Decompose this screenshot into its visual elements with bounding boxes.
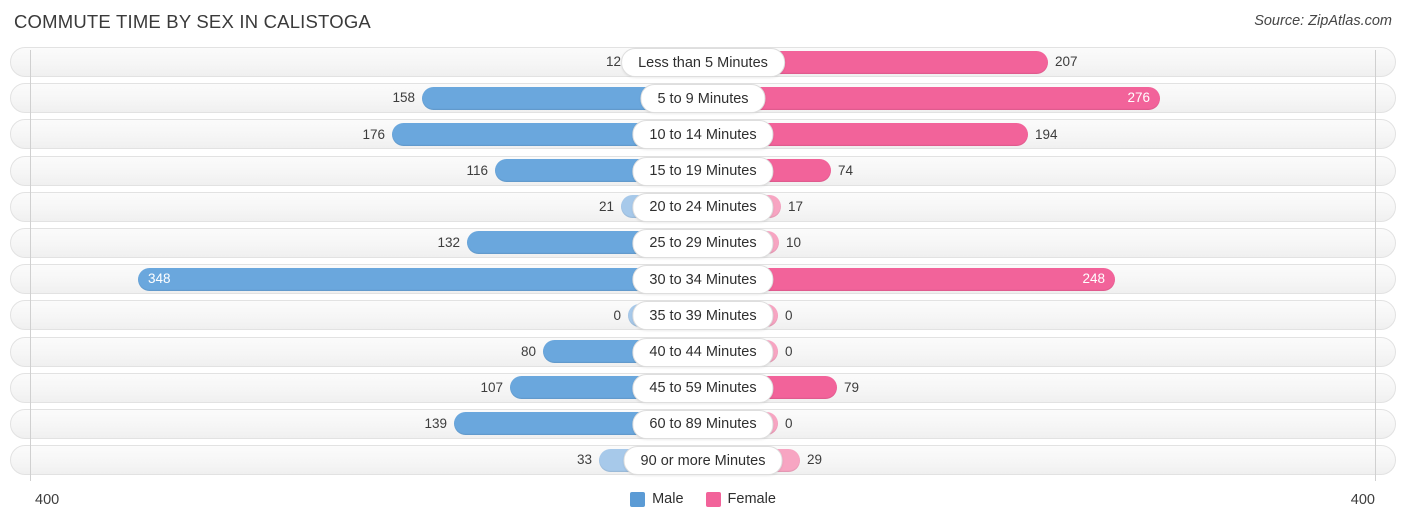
male-half: 132 (10, 228, 703, 258)
female-value-label: 207 (1055, 54, 1078, 70)
male-half: 158 (10, 83, 703, 113)
chart-row: 107 79 45 to 59 Minutes (0, 370, 1406, 406)
female-half: 10 (703, 228, 1396, 258)
male-half: 116 (10, 156, 703, 186)
male-bar[interactable]: 348 (138, 267, 703, 291)
category-label: Less than 5 Minutes (621, 48, 785, 77)
male-value-label: 116 (466, 162, 488, 178)
male-half: 0 (10, 300, 703, 330)
category-label: 5 to 9 Minutes (640, 84, 766, 114)
axis-line-left (30, 50, 31, 481)
chart-row: 12 207 Less than 5 Minutes (0, 44, 1406, 80)
female-half: 194 (703, 119, 1396, 149)
female-half: 29 (703, 445, 1396, 475)
chart-row: 158 276 5 to 9 Minutes (0, 80, 1406, 116)
plot-area: 12 207 Less than 5 Minutes 158 276 5 to 9 Min… (0, 44, 1406, 483)
source-attribution: Source: ZipAtlas.com (1254, 13, 1392, 29)
chart-row: 139 0 60 to 89 Minutes (0, 406, 1406, 442)
male-half: 33 (10, 445, 703, 475)
chart-container: COMMUTE TIME BY SEX IN CALISTOGA Source:… (0, 0, 1406, 523)
legend-label-female: Female (727, 491, 776, 507)
female-value-label: 29 (807, 452, 823, 468)
male-half: 12 (10, 47, 703, 77)
category-label: 40 to 44 Minutes (632, 337, 774, 367)
female-half: 79 (703, 373, 1396, 403)
category-label: 35 to 39 Minutes (632, 301, 774, 331)
chart-row: 116 74 15 to 19 Minutes (0, 153, 1406, 189)
female-half: 17 (703, 192, 1396, 222)
female-value-label: 0 (785, 416, 793, 432)
male-value-label: 33 (576, 452, 592, 468)
female-value-label: 276 (1127, 90, 1150, 106)
male-value-label: 0 (613, 307, 621, 323)
female-half: 74 (703, 156, 1396, 186)
male-half: 80 (10, 337, 703, 367)
chart-row: 132 10 25 to 29 Minutes (0, 225, 1406, 261)
female-bar[interactable]: 276 (703, 86, 1160, 110)
female-half: 0 (703, 409, 1396, 439)
female-half: 207 (703, 47, 1396, 77)
female-half: 0 (703, 337, 1396, 367)
chart-row: 348 248 30 to 34 Minutes (0, 261, 1406, 297)
category-label: 30 to 34 Minutes (632, 265, 774, 295)
chart-row: 80 0 40 to 44 Minutes (0, 334, 1406, 370)
female-half: 248 (703, 264, 1396, 294)
male-value-label: 80 (520, 343, 536, 359)
chart-row: 176 194 10 to 14 Minutes (0, 116, 1406, 152)
category-label: 25 to 29 Minutes (632, 228, 774, 258)
male-value-label: 21 (598, 199, 614, 214)
chart-row: 33 29 90 or more Minutes (0, 442, 1406, 478)
legend: Male Female (0, 491, 1406, 507)
male-value-label: 158 (392, 90, 415, 106)
female-value-label: 0 (785, 307, 793, 323)
female-half: 276 (703, 83, 1396, 113)
chart-footer: 400 400 Male Female (0, 483, 1406, 523)
female-value-label: 248 (1082, 271, 1105, 287)
category-label: 15 to 19 Minutes (632, 156, 774, 186)
chart-header: COMMUTE TIME BY SEX IN CALISTOGA Source:… (0, 0, 1406, 44)
female-value-label: 79 (844, 379, 860, 395)
male-half: 107 (10, 373, 703, 403)
female-value-label: 17 (788, 199, 804, 214)
category-label: 60 to 89 Minutes (632, 409, 774, 439)
female-half: 0 (703, 300, 1396, 330)
bar-rows: 12 207 Less than 5 Minutes 158 276 5 to 9 Min… (0, 44, 1406, 478)
category-label: 10 to 14 Minutes (632, 120, 774, 150)
female-value-label: 10 (786, 235, 802, 251)
male-value-label: 176 (362, 126, 385, 142)
male-value-label: 348 (148, 271, 171, 287)
female-value-label: 74 (838, 162, 854, 178)
category-label: 90 or more Minutes (623, 446, 783, 476)
legend-label-male: Male (652, 491, 684, 507)
category-label: 20 to 24 Minutes (632, 192, 774, 222)
chart-row: 0 0 35 to 39 Minutes (0, 297, 1406, 333)
legend-item-female[interactable]: Female (705, 491, 776, 507)
category-label: 45 to 59 Minutes (632, 373, 774, 403)
chart-row: 21 17 20 to 24 Minutes (0, 189, 1406, 225)
legend-item-male[interactable]: Male (630, 491, 684, 507)
male-half: 176 (10, 119, 703, 149)
male-half: 21 (10, 192, 703, 222)
male-value-label: 12 (605, 54, 621, 70)
axis-line-right (1375, 50, 1376, 481)
page-title: COMMUTE TIME BY SEX IN CALISTOGA (14, 11, 371, 32)
female-value-label: 194 (1035, 126, 1058, 142)
male-half: 348 (10, 264, 703, 294)
male-value-label: 107 (480, 379, 503, 395)
male-value-label: 139 (424, 416, 447, 432)
legend-swatch-male-icon (630, 491, 646, 507)
male-half: 139 (10, 409, 703, 439)
legend-swatch-female-icon (705, 491, 721, 507)
female-value-label: 0 (785, 343, 793, 359)
male-value-label: 132 (437, 235, 460, 251)
